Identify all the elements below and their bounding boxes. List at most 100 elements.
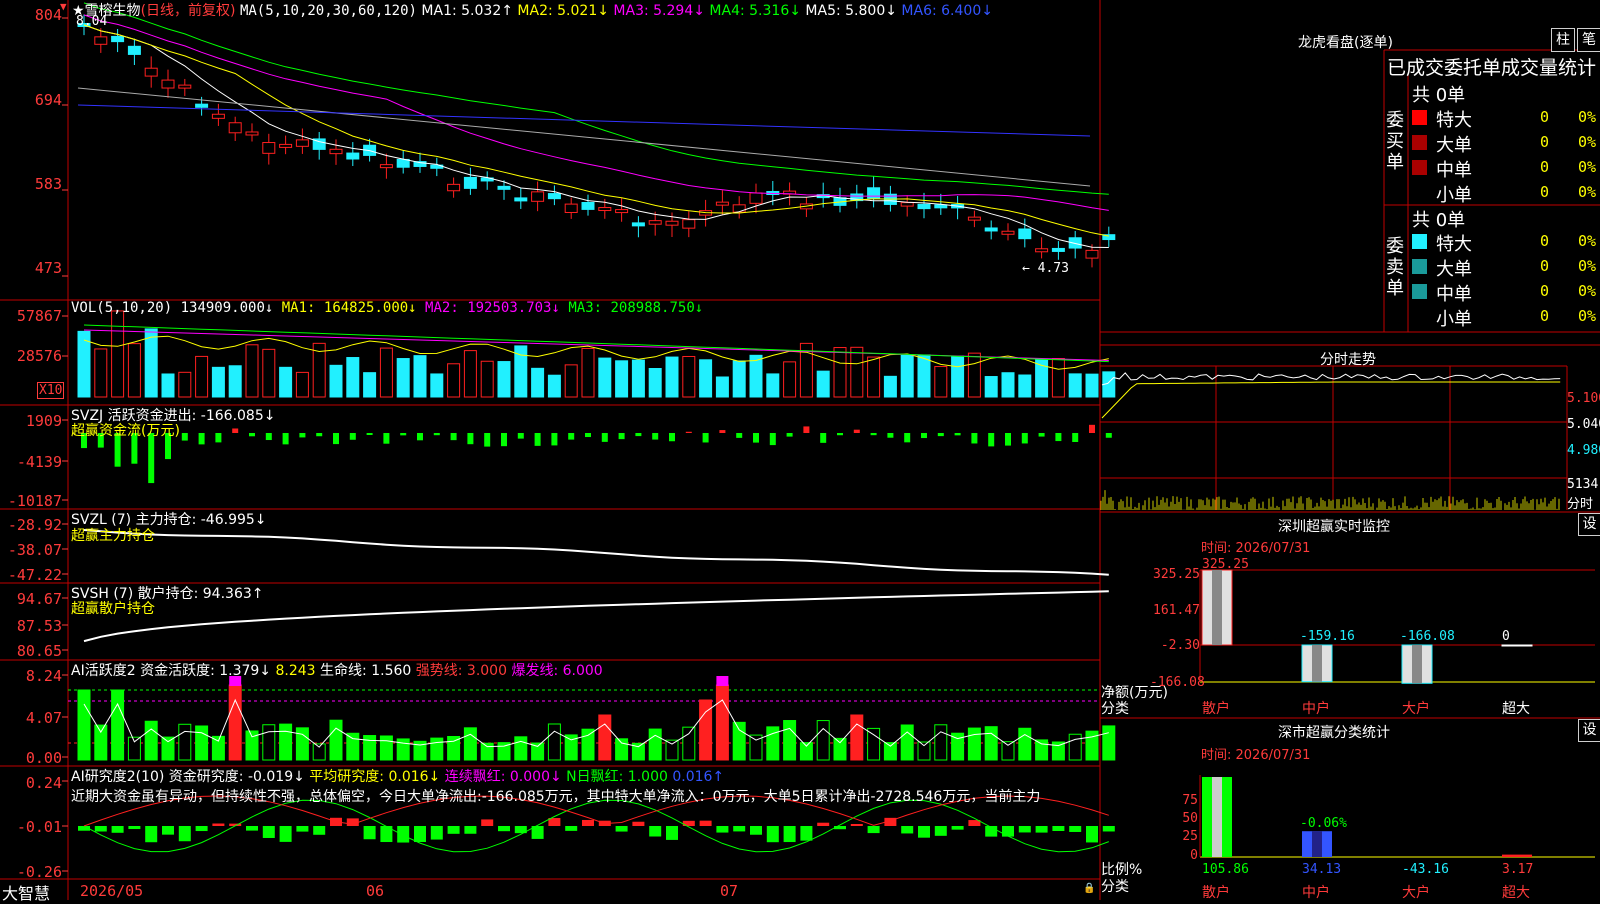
lhb-heading: 已成交委托单成交量统计 bbox=[1387, 57, 1597, 79]
fenshi-avg-line bbox=[1101, 381, 1561, 419]
candle-body bbox=[665, 220, 679, 226]
research-bar bbox=[817, 822, 830, 826]
fund-flow-bar bbox=[585, 433, 591, 438]
tick-mode-button[interactable]: 笔 bbox=[1577, 28, 1600, 52]
buy-row-count: 0 bbox=[1540, 133, 1550, 151]
price-axis-label: 473 bbox=[34, 259, 62, 277]
fenshi-vol-label: 5134 bbox=[1567, 477, 1599, 492]
ai-axis-label: 8.24 bbox=[25, 667, 62, 685]
price-axis-label: 804 bbox=[34, 6, 62, 24]
activity-bar bbox=[984, 726, 998, 761]
kline-mode[interactable]: (日线，前复权) bbox=[141, 3, 236, 19]
candle-body bbox=[396, 158, 410, 168]
candle-body bbox=[497, 185, 511, 190]
volume-bar bbox=[732, 360, 746, 398]
volume-bar bbox=[900, 354, 914, 398]
fund-flow-bar bbox=[887, 433, 894, 438]
fund-flow-bar bbox=[635, 433, 642, 437]
fund-flow-bar bbox=[870, 433, 877, 436]
sell-row-count: 0 bbox=[1540, 307, 1550, 325]
svzl-axis-label: -38.07 bbox=[7, 541, 62, 559]
activity-bar bbox=[934, 724, 948, 761]
monitor-time: 时间: 2026/07/31 bbox=[1201, 541, 1311, 556]
sell-row-swatch bbox=[1412, 259, 1427, 274]
ai-research-avg: 平均研究度: 0.016↓ bbox=[309, 769, 441, 785]
stats-settings-button[interactable]: 设 bbox=[1578, 719, 1600, 742]
candle-body bbox=[379, 164, 393, 169]
stats-val: 34.13 bbox=[1302, 862, 1342, 877]
research-bar bbox=[666, 826, 678, 840]
sell-row-swatch bbox=[1412, 234, 1427, 249]
vol-ma3-line bbox=[83, 324, 1109, 363]
volume-bar bbox=[631, 359, 645, 398]
candle-body bbox=[867, 187, 881, 199]
ma5-value: MA5: 5.800↓ bbox=[805, 3, 897, 19]
monitor-title: 深圳超赢实时监控 bbox=[1278, 519, 1390, 535]
stats-cat: 超大 bbox=[1502, 885, 1530, 901]
ai-research-title: AI研究度2(10) 资金研究度: -0.019↓ bbox=[71, 769, 305, 785]
research-bar bbox=[296, 826, 309, 832]
burst-marker bbox=[716, 676, 729, 686]
activity-bar bbox=[262, 724, 276, 761]
date-label: 07 bbox=[720, 882, 739, 900]
fund-flow-bar bbox=[517, 433, 524, 439]
ai-burst-line: 爆发线: 6.000 bbox=[511, 663, 603, 679]
fund-flow-bar bbox=[736, 433, 743, 438]
fenshi-axis-label: 5.100 bbox=[1567, 391, 1600, 406]
chart-canvas[interactable] bbox=[0, 0, 1600, 900]
sell-row-swatch bbox=[1412, 284, 1427, 299]
activity-bar bbox=[917, 741, 931, 761]
fund-flow-bar bbox=[853, 429, 860, 433]
stats-val: 3.17 bbox=[1502, 862, 1534, 877]
monitor-settings-button[interactable]: 设 bbox=[1578, 513, 1600, 536]
research-bar bbox=[867, 826, 880, 834]
candle-body bbox=[127, 45, 141, 55]
volume-bar bbox=[564, 364, 578, 398]
ma1-value: MA1: 5.032↑ bbox=[421, 3, 513, 19]
research-bar bbox=[481, 819, 494, 826]
activity-bar bbox=[816, 720, 830, 761]
candle-body bbox=[329, 148, 343, 155]
candle-body bbox=[732, 204, 746, 213]
volume-bar bbox=[346, 357, 360, 398]
fund-flow-bar bbox=[669, 433, 675, 442]
sell-row-swatch bbox=[1412, 309, 1427, 324]
bar-mode-button[interactable]: 柱 bbox=[1551, 28, 1575, 52]
ai-strong-line: 强势线: 3.000 bbox=[415, 663, 507, 679]
volume-bar bbox=[1001, 372, 1015, 398]
vol-header: VOL(5,10,20) 134909.000↓ MA1: 164825.000… bbox=[71, 300, 703, 316]
sell-row-percent: 0% bbox=[1578, 282, 1597, 300]
svzl-axis-label: -47.22 bbox=[7, 566, 62, 584]
research-bar bbox=[94, 826, 107, 832]
research-bar bbox=[1102, 826, 1115, 832]
activity-bar bbox=[161, 736, 175, 761]
fund-flow-bar bbox=[467, 433, 474, 445]
lock-icon[interactable]: 🔒 bbox=[1083, 883, 1095, 894]
fund-flow-bar bbox=[433, 433, 440, 436]
volume-bar bbox=[883, 375, 897, 398]
activity-bar bbox=[1102, 725, 1116, 761]
activity-bar bbox=[883, 742, 897, 761]
brand-label: 大智慧 bbox=[2, 884, 51, 903]
volume-bar bbox=[1085, 373, 1099, 398]
svzj-subtitle: 超赢资金流(万元) bbox=[71, 423, 180, 439]
ai-axis-label: 4.07 bbox=[25, 709, 62, 727]
fund-flow-bar bbox=[937, 433, 944, 437]
stats-bar-shade bbox=[1312, 831, 1322, 857]
research-bar bbox=[699, 820, 712, 826]
fund-flow-bar bbox=[769, 433, 776, 446]
activity-bar bbox=[178, 723, 192, 761]
ai-research-v5: 0.016↑ bbox=[672, 769, 725, 785]
fenshi-axis-label: 5.040 bbox=[1567, 417, 1600, 432]
candle-body bbox=[917, 203, 931, 210]
fund-flow-bar bbox=[685, 431, 692, 433]
research-bar bbox=[363, 826, 376, 840]
volume-bar bbox=[749, 354, 763, 398]
candle-body bbox=[279, 143, 293, 148]
volume-bar bbox=[463, 350, 477, 398]
activity-bar bbox=[1001, 741, 1015, 761]
lhb-title: 龙虎看盘(逐单) bbox=[1298, 35, 1393, 51]
candle-body bbox=[715, 201, 729, 206]
activity-bar bbox=[312, 743, 326, 761]
ai-lifeline: 生命线: 1.560 bbox=[320, 663, 412, 679]
